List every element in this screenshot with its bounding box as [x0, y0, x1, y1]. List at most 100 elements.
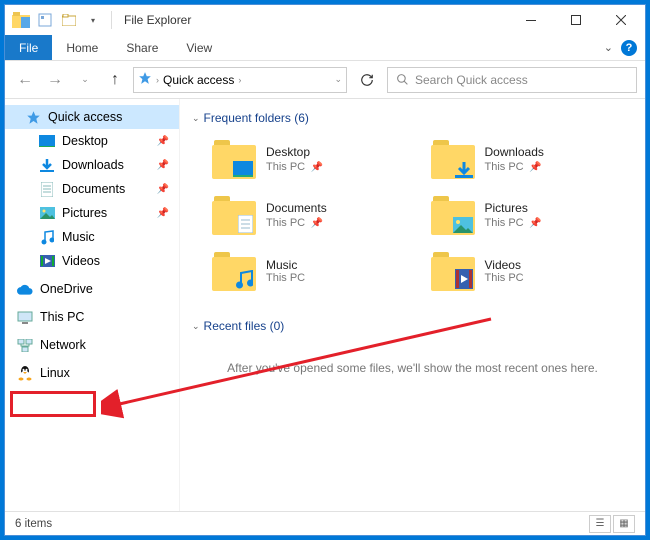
- sidebar-item-label: Desktop: [62, 134, 108, 148]
- folder-sub: This PC: [485, 272, 524, 284]
- search-input[interactable]: Search Quick access: [387, 67, 637, 93]
- quick-access-toolbar: ▾: [7, 10, 116, 30]
- content-area: Quick access Desktop 📌 Downloads 📌 Docum…: [5, 99, 645, 511]
- sidebar-item-linux[interactable]: Linux: [5, 361, 179, 385]
- sidebar-item-videos[interactable]: Videos: [5, 249, 179, 273]
- properties-icon[interactable]: [35, 10, 55, 30]
- ribbon-tab-view[interactable]: View: [172, 35, 226, 60]
- help-icon[interactable]: ?: [621, 40, 637, 56]
- sidebar-item-label: Videos: [62, 254, 100, 268]
- sidebar-item-onedrive[interactable]: OneDrive: [5, 277, 179, 301]
- pin-icon: 📌: [529, 218, 541, 229]
- frequent-folders-header[interactable]: ⌄ Frequent folders (6): [192, 111, 633, 125]
- sidebar-item-desktop[interactable]: Desktop 📌: [5, 129, 179, 153]
- sidebar-item-documents[interactable]: Documents 📌: [5, 177, 179, 201]
- recent-files-header[interactable]: ⌄ Recent files (0): [192, 319, 633, 333]
- address-dropdown-icon[interactable]: ⌄: [334, 74, 342, 85]
- sidebar-item-network[interactable]: Network: [5, 333, 179, 357]
- folder-name: Music: [266, 258, 305, 272]
- qat-dropdown-icon[interactable]: ▾: [83, 10, 103, 30]
- folder-icon: [431, 251, 475, 291]
- pin-icon: 📌: [157, 136, 169, 147]
- close-button[interactable]: [598, 6, 643, 35]
- main-pane[interactable]: ⌄ Frequent folders (6) Desktop This PC 📌: [180, 99, 645, 511]
- chevron-down-icon: ⌄: [192, 321, 200, 332]
- folder-sub: This PC: [266, 217, 305, 229]
- ribbon-tab-file[interactable]: File: [5, 35, 52, 60]
- folder-icon: [212, 195, 256, 235]
- desktop-icon: [39, 133, 55, 149]
- onedrive-icon: [17, 281, 33, 297]
- up-button[interactable]: ↑: [103, 68, 127, 92]
- refresh-button[interactable]: [353, 67, 381, 93]
- videos-icon: [39, 253, 55, 269]
- address-crumb[interactable]: Quick access: [163, 73, 234, 87]
- sidebar-item-label: Network: [40, 338, 86, 352]
- nav-bar: ← → ⌄ ↑ › Quick access › ⌄ Search Quick …: [5, 61, 645, 99]
- folder-sub: This PC: [485, 161, 524, 173]
- folder-name: Documents: [266, 201, 327, 215]
- sidebar-item-quick-access[interactable]: Quick access: [5, 105, 179, 129]
- sidebar-item-music[interactable]: Music: [5, 225, 179, 249]
- view-icons-button[interactable]: ▦: [613, 515, 635, 533]
- sidebar-item-label: Linux: [40, 366, 70, 380]
- ribbon-tab-share[interactable]: Share: [112, 35, 172, 60]
- search-placeholder: Search Quick access: [415, 73, 528, 87]
- address-bar[interactable]: › Quick access › ⌄: [133, 67, 347, 93]
- sidebar-item-label: Pictures: [62, 206, 107, 220]
- pin-icon: 📌: [157, 208, 169, 219]
- documents-icon: [39, 181, 55, 197]
- sidebar-item-label: OneDrive: [40, 282, 93, 296]
- sidebar-item-this-pc[interactable]: This PC: [5, 305, 179, 329]
- ribbon-tab-home[interactable]: Home: [52, 35, 112, 60]
- pin-icon: 📌: [529, 162, 541, 173]
- folder-icon: [431, 195, 475, 235]
- pin-icon: 📌: [310, 218, 322, 229]
- folder-sub: This PC: [266, 161, 305, 173]
- ribbon: File Home Share View ⌄ ?: [5, 35, 645, 61]
- view-details-button[interactable]: ☰: [589, 515, 611, 533]
- folder-item-music[interactable]: Music This PC: [212, 247, 415, 295]
- pin-icon: 📌: [310, 162, 322, 173]
- this-pc-icon: [17, 309, 33, 325]
- pictures-icon: [39, 205, 55, 221]
- sidebar-item-downloads[interactable]: Downloads 📌: [5, 153, 179, 177]
- folder-item-videos[interactable]: Videos This PC: [431, 247, 634, 295]
- pin-icon: 📌: [157, 184, 169, 195]
- network-icon: [17, 337, 33, 353]
- search-icon: [396, 73, 409, 86]
- status-bar: 6 items ☰ ▦: [5, 511, 645, 535]
- folder-icon: [212, 251, 256, 291]
- recent-files-empty-message: After you've opened some files, we'll sh…: [192, 343, 633, 393]
- new-folder-icon[interactable]: [59, 10, 79, 30]
- folder-item-desktop[interactable]: Desktop This PC 📌: [212, 135, 415, 183]
- sidebar-item-label: This PC: [40, 310, 84, 324]
- folder-name: Desktop: [266, 145, 323, 159]
- section-title: Frequent folders (6): [204, 111, 309, 125]
- file-explorer-window: ▾ File Explorer File Home Share View ⌄ ?…: [4, 4, 646, 536]
- app-icon: [11, 10, 31, 30]
- downloads-icon: [39, 157, 55, 173]
- music-icon: [39, 229, 55, 245]
- folder-sub: This PC: [266, 272, 305, 284]
- forward-button[interactable]: →: [43, 68, 67, 92]
- sidebar-item-label: Downloads: [62, 158, 124, 172]
- folder-sub: This PC: [485, 217, 524, 229]
- sidebar-item-label: Documents: [62, 182, 125, 196]
- linux-tux-icon: [17, 365, 33, 381]
- ribbon-expand-icon[interactable]: ⌄: [604, 41, 613, 54]
- chevron-right-icon: ›: [156, 75, 159, 85]
- quick-access-star-icon: [25, 109, 41, 125]
- maximize-button[interactable]: [553, 6, 598, 35]
- minimize-button[interactable]: [508, 6, 553, 35]
- quick-access-star-icon: [138, 71, 152, 88]
- folder-item-pictures[interactable]: Pictures This PC 📌: [431, 191, 634, 239]
- folder-icon: [212, 139, 256, 179]
- back-button[interactable]: ←: [13, 68, 37, 92]
- recent-dropdown-icon[interactable]: ⌄: [73, 68, 97, 92]
- folder-item-documents[interactable]: Documents This PC 📌: [212, 191, 415, 239]
- sidebar-item-label: Music: [62, 230, 95, 244]
- folder-item-downloads[interactable]: Downloads This PC 📌: [431, 135, 634, 183]
- sidebar-item-pictures[interactable]: Pictures 📌: [5, 201, 179, 225]
- chevron-right-icon[interactable]: ›: [238, 75, 241, 85]
